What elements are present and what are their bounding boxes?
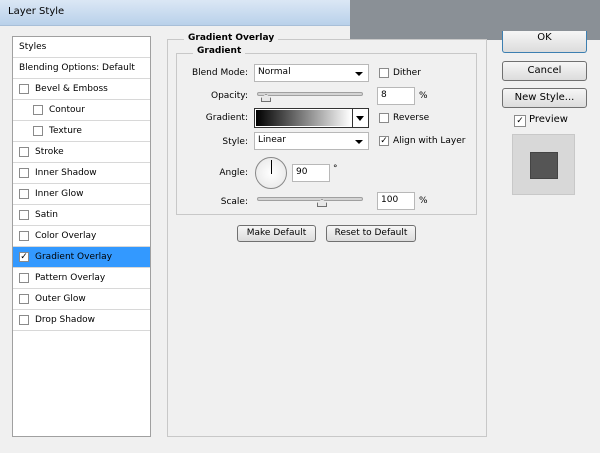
sidebar-item-label: Contour: [49, 105, 85, 115]
sidebar-item-label: Color Overlay: [35, 231, 97, 241]
gradient-label: Gradient:: [205, 113, 248, 123]
dither-label: Dither: [393, 68, 421, 78]
align-with-layer-label: Align with Layer: [393, 136, 466, 146]
sidebar-item-inner-shadow[interactable]: Inner Shadow: [13, 163, 150, 184]
angle-dial[interactable]: [255, 157, 287, 189]
angle-label: Angle:: [219, 168, 248, 178]
blend-mode-label: Blend Mode:: [191, 68, 248, 78]
gradient-picker[interactable]: [254, 108, 369, 128]
preview-swatch: [530, 152, 558, 179]
dither-checkbox[interactable]: [379, 68, 389, 78]
sidebar-item-inner-glow[interactable]: Inner Glow: [13, 184, 150, 205]
opacity-label: Opacity:: [211, 91, 248, 101]
preview-label: Preview: [529, 114, 568, 125]
sidebar-item-label: Satin: [35, 210, 58, 220]
reverse-label: Reverse: [393, 113, 430, 123]
style-checkbox[interactable]: [19, 168, 29, 178]
sidebar-item-label: Blending Options: Default: [19, 63, 135, 73]
group-title: Gradient: [193, 46, 246, 56]
sidebar-item-satin[interactable]: Satin: [13, 205, 150, 226]
sidebar-item-bevel-emboss[interactable]: Bevel & Emboss: [13, 79, 150, 100]
sidebar-item-label: Bevel & Emboss: [35, 84, 108, 94]
opacity-input[interactable]: 8: [377, 87, 415, 105]
sidebar-item-label: Pattern Overlay: [35, 273, 106, 283]
cancel-button[interactable]: Cancel: [502, 61, 587, 81]
blend-mode-select[interactable]: Normal: [254, 64, 369, 82]
sidebar-item-label: Inner Shadow: [35, 168, 97, 178]
make-default-button[interactable]: Make Default: [237, 225, 316, 242]
style-label: Style:: [222, 137, 248, 147]
scale-label: Scale:: [220, 197, 248, 207]
align-with-layer-checkbox[interactable]: ✓: [379, 136, 389, 146]
sidebar-item-color-overlay[interactable]: Color Overlay: [13, 226, 150, 247]
scale-slider[interactable]: [257, 197, 363, 201]
style-checkbox[interactable]: [19, 231, 29, 241]
preview-checkbox[interactable]: ✓: [514, 115, 526, 127]
sidebar-item-label: Gradient Overlay: [35, 252, 113, 262]
styles-list: Styles Blending Options: Default Bevel & E…: [12, 36, 151, 437]
style-select[interactable]: Linear: [254, 132, 369, 150]
sidebar-item-label: Texture: [49, 126, 82, 136]
ok-button[interactable]: OK: [502, 31, 587, 53]
style-checkbox[interactable]: ✓: [19, 252, 29, 262]
preview-thumbnail: [512, 134, 575, 195]
sidebar-item-contour[interactable]: Contour: [13, 100, 150, 121]
style-checkbox[interactable]: [19, 315, 29, 325]
sidebar-item-styles[interactable]: Styles: [13, 37, 150, 58]
style-checkbox[interactable]: [19, 210, 29, 220]
style-checkbox[interactable]: [19, 294, 29, 304]
sidebar-item-gradient-overlay[interactable]: ✓ Gradient Overlay: [13, 247, 150, 268]
sidebar-item-label: Outer Glow: [35, 294, 86, 304]
sidebar-item-label: Inner Glow: [35, 189, 84, 199]
style-checkbox[interactable]: [33, 105, 43, 115]
angle-input[interactable]: 90: [292, 164, 330, 182]
style-checkbox[interactable]: [19, 84, 29, 94]
sidebar-item-blending-options-default[interactable]: Blending Options: Default: [13, 58, 150, 79]
sidebar-item-pattern-overlay[interactable]: Pattern Overlay: [13, 268, 150, 289]
sidebar-item-stroke[interactable]: Stroke: [13, 142, 150, 163]
blend-mode-value: Normal: [258, 67, 291, 77]
style-value: Linear: [258, 135, 286, 145]
angle-unit: °: [333, 164, 338, 174]
sidebar-item-outer-glow[interactable]: Outer Glow: [13, 289, 150, 310]
scale-input[interactable]: 100: [377, 192, 415, 210]
window-title: Layer Style: [8, 6, 65, 17]
gradient-preview[interactable]: [255, 109, 352, 127]
opacity-slider[interactable]: [257, 92, 363, 96]
sidebar-item-texture[interactable]: Texture: [13, 121, 150, 142]
gradient-dropdown-arrow[interactable]: [352, 109, 368, 127]
style-checkbox[interactable]: [33, 126, 43, 136]
sidebar-item-label: Stroke: [35, 147, 64, 157]
sidebar-item-drop-shadow[interactable]: Drop Shadow: [13, 310, 150, 331]
scale-unit: %: [419, 196, 428, 206]
sidebar-item-label: Styles: [19, 42, 47, 52]
new-style-button[interactable]: New Style...: [502, 88, 587, 108]
reverse-checkbox[interactable]: [379, 113, 389, 123]
reset-to-default-button[interactable]: Reset to Default: [326, 225, 416, 242]
section-title: Gradient Overlay: [184, 33, 279, 43]
sidebar-item-label: Drop Shadow: [35, 315, 96, 325]
style-checkbox[interactable]: [19, 147, 29, 157]
opacity-unit: %: [419, 91, 428, 101]
style-checkbox[interactable]: [19, 273, 29, 283]
style-checkbox[interactable]: [19, 189, 29, 199]
